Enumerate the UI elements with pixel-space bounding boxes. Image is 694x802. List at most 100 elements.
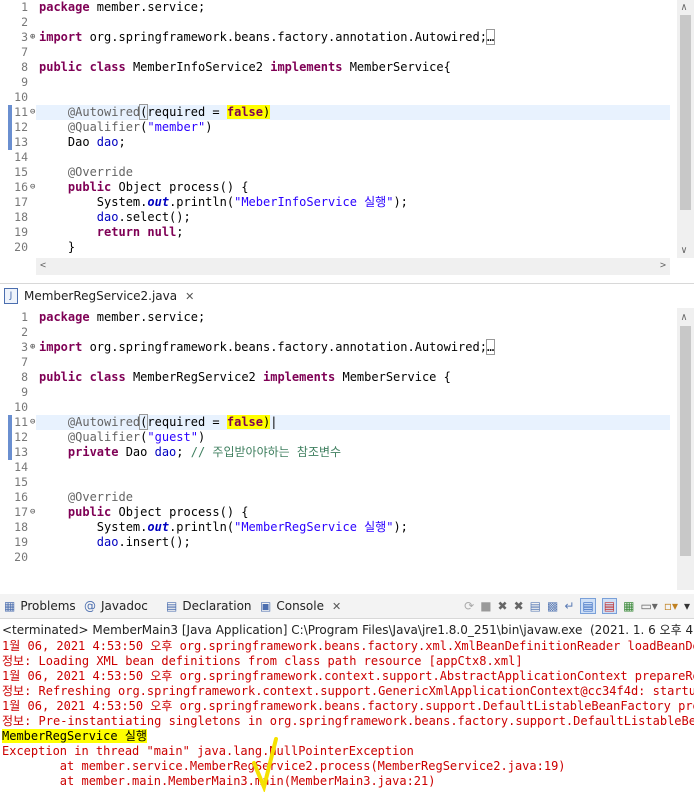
console-line: 정보: Refreshing org.springframework.conte… (2, 684, 694, 699)
line-number: 15 (14, 165, 28, 179)
code-token: dao (96, 535, 119, 549)
word-wrap-icon[interactable]: ↵ (564, 599, 574, 613)
stderr-text: 정보: Refreshing org.springframework.conte… (2, 684, 694, 698)
tab-console[interactable]: ▣ Console ✕ (260, 594, 341, 618)
show-on-output-icon[interactable]: ▤ (580, 598, 596, 614)
code-token: required = (147, 105, 227, 119)
code-token: ) (205, 120, 213, 134)
code-line[interactable]: @Autowired(required = false) (39, 104, 271, 120)
line-number: 9 (21, 385, 28, 399)
code-token: System. (39, 520, 148, 534)
line-number: 9 (21, 75, 28, 89)
code-token: "member" (147, 120, 206, 134)
stderr-text: 1월 06, 2021 4:53:50 오후 org.springframewo… (2, 639, 694, 653)
display-console-icon[interactable]: ▭▾ (640, 599, 657, 613)
scroll-lock-icon[interactable]: ▩ (547, 599, 558, 613)
code-token: public (67, 505, 112, 519)
console-output[interactable]: <terminated> MemberMain3 [Java Applicati… (0, 619, 694, 802)
code-token: org.springframework.beans.factory.annota… (82, 340, 487, 354)
collapse-fold-icon[interactable]: ⊖ (30, 415, 35, 430)
code-line[interactable]: public class MemberRegService2 implement… (39, 370, 451, 385)
stderr-text: 정보: Pre-instantiating singletons in org.… (2, 714, 694, 728)
code-line[interactable]: System.out.println("MeberInfoService 실행"… (39, 195, 408, 210)
code-token: MemberService { (335, 370, 451, 384)
code-token: @Autowired (67, 105, 141, 119)
expand-fold-icon[interactable]: ⊕ (30, 30, 35, 45)
code-line[interactable]: public Object process() { (39, 180, 249, 195)
show-on-error-icon[interactable]: ▤ (601, 598, 618, 614)
code-line[interactable]: return null; (39, 225, 184, 240)
code-line[interactable]: } (39, 240, 75, 255)
code-line[interactable]: package member.service; (39, 310, 205, 325)
scroll-down-icon[interactable]: ∨ (681, 245, 687, 256)
collapse-fold-icon[interactable]: ⊖ (30, 105, 35, 120)
code-token: Object process() { (111, 180, 249, 194)
code-line[interactable]: System.out.println("MemberRegService 실행"… (39, 520, 408, 535)
scroll-up-icon[interactable]: ∧ (681, 312, 687, 323)
declaration-icon: ▤ (166, 599, 178, 613)
scroll-thumb[interactable] (680, 15, 691, 210)
tab-declaration[interactable]: ▤ Declaration (166, 594, 252, 618)
code-token: false (226, 105, 263, 119)
code-token: dao (96, 210, 119, 224)
vertical-scrollbar[interactable]: ∧ ∨ (677, 0, 694, 258)
code-line[interactable]: @Override (39, 165, 133, 180)
code-token: ); (393, 195, 408, 209)
line-number: 7 (21, 45, 28, 59)
code-line[interactable]: dao.select(); (39, 210, 191, 225)
code-token: ; (176, 445, 191, 459)
terminate-icon[interactable]: ■ (480, 599, 491, 613)
remove-launch-icon[interactable]: ✖ (498, 599, 508, 613)
stderr-text: at member.main.MemberMain3.main(MemberMa… (2, 774, 436, 788)
code-token: dao (154, 445, 177, 459)
code-line[interactable]: private Dao dao; // 주입받아야하는 참조변수 (39, 445, 341, 460)
new-console-icon[interactable]: ▫▾ (664, 599, 678, 613)
scroll-left-icon[interactable]: < (40, 260, 46, 271)
view-menu-icon[interactable]: ▾ (684, 599, 690, 613)
pin-console-icon[interactable]: ⟳ (464, 599, 474, 613)
tab-label: Problems (20, 599, 76, 613)
code-token: required = (147, 415, 227, 429)
console-line: Exception in thread "main" java.lang.Nul… (2, 744, 414, 759)
code-token: .insert(); (118, 535, 191, 549)
expand-fold-icon[interactable]: ⊕ (30, 340, 35, 355)
bottom-editor[interactable]: 1 package member.service; 2 3 ⊕ import org.sp… (0, 308, 694, 590)
clear-console-icon[interactable]: ▤ (530, 599, 541, 613)
tab-memberregservice2[interactable]: J MemberRegService2.java ✕ (4, 284, 194, 308)
tab-problems[interactable]: ▦ Problems (4, 594, 76, 618)
code-line[interactable]: @Qualifier("member") (39, 120, 213, 135)
code-token: package (39, 310, 90, 324)
code-line[interactable]: public class MemberInfoService2 implemen… (39, 60, 451, 75)
scroll-right-icon[interactable]: > (660, 260, 666, 271)
close-icon[interactable]: ✕ (185, 290, 194, 303)
scroll-up-icon[interactable]: ∧ (681, 2, 687, 13)
code-line[interactable]: Dao dao; (39, 135, 126, 150)
scroll-thumb[interactable] (680, 326, 691, 556)
vertical-scrollbar[interactable]: ∧ (677, 308, 694, 590)
code-line[interactable]: @Qualifier("guest") (39, 430, 205, 445)
open-console-icon[interactable]: ▦ (623, 599, 634, 613)
line-number: 14 (14, 460, 28, 474)
code-token: out (147, 195, 170, 209)
code-line[interactable]: @Override (39, 490, 133, 505)
collapse-fold-icon[interactable]: ⊖ (30, 505, 35, 520)
code-token: MemberRegService2 (125, 370, 263, 384)
code-token: ); (393, 520, 408, 534)
collapse-fold-icon[interactable]: ⊖ (30, 180, 35, 195)
top-editor[interactable]: 1 package member.service; 2 3 ⊕ import org.sp… (0, 0, 694, 277)
code-line[interactable]: import org.springframework.beans.factory… (39, 29, 496, 45)
code-line[interactable]: dao.insert(); (39, 535, 191, 550)
code-line[interactable]: package member.service; (39, 0, 205, 15)
code-line[interactable]: @Autowired(required = false)| (39, 414, 277, 430)
code-line[interactable]: public Object process() { (39, 505, 249, 520)
tab-javadoc[interactable]: @ Javadoc (84, 594, 148, 618)
remove-all-launches-icon[interactable]: ✖ (514, 599, 524, 613)
code-token: } (39, 240, 76, 254)
close-icon[interactable]: ✕ (332, 600, 341, 613)
horizontal-scrollbar[interactable]: < > (36, 258, 670, 275)
code-line[interactable]: import org.springframework.beans.factory… (39, 339, 496, 355)
